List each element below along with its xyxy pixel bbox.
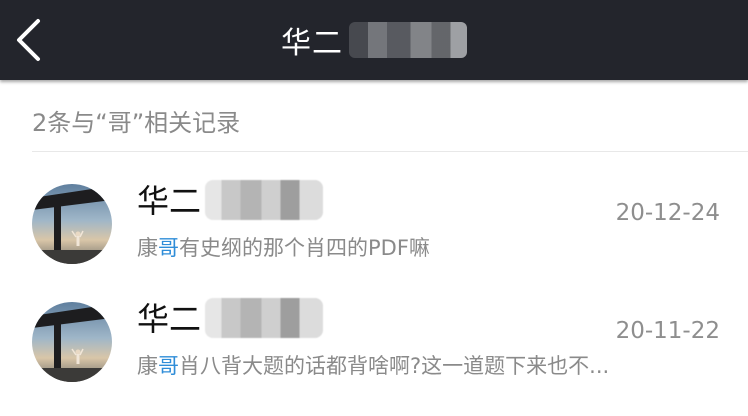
message-snippet: 康哥肖八背大题的话都背啥啊?这一道题下来也不... [137,350,697,380]
search-result-item[interactable]: 华二 20-12-24 康哥有史纲的那个肖四的PDF嘛 [0,170,748,280]
redacted-title-blur [349,22,467,58]
nav-title: 华二 [0,0,748,80]
redacted-name-blur [205,180,323,220]
results-summary: 2条与“哥”相关记录 [32,90,748,152]
snippet-text: 肖八背大题的话都背啥啊?这一道题下来也不... [179,354,610,378]
nav-bar: 华二 [0,0,748,80]
back-button[interactable] [0,0,56,80]
avatar [32,184,112,264]
snippet-match: 哥 [158,236,179,260]
sender-name: 华二 [137,300,202,338]
snippet-match: 哥 [158,354,179,378]
message-date: 20-12-24 [615,200,720,226]
message-date: 20-11-22 [615,318,720,344]
message-snippet: 康哥有史纲的那个肖四的PDF嘛 [137,232,697,262]
snippet-text: 康 [137,354,158,378]
search-result-item[interactable]: 华二 20-11-22 康哥肖八背大题的话都背啥啊?这一道题下来也不... [0,288,748,398]
redacted-name-blur [205,298,323,338]
sender-name: 华二 [137,182,202,220]
avatar [32,302,112,382]
chevron-left-icon [17,19,40,61]
snippet-text: 康 [137,236,158,260]
snippet-text: 有史纲的那个肖四的PDF嘛 [179,236,430,260]
chat-title: 华二 [281,26,343,61]
